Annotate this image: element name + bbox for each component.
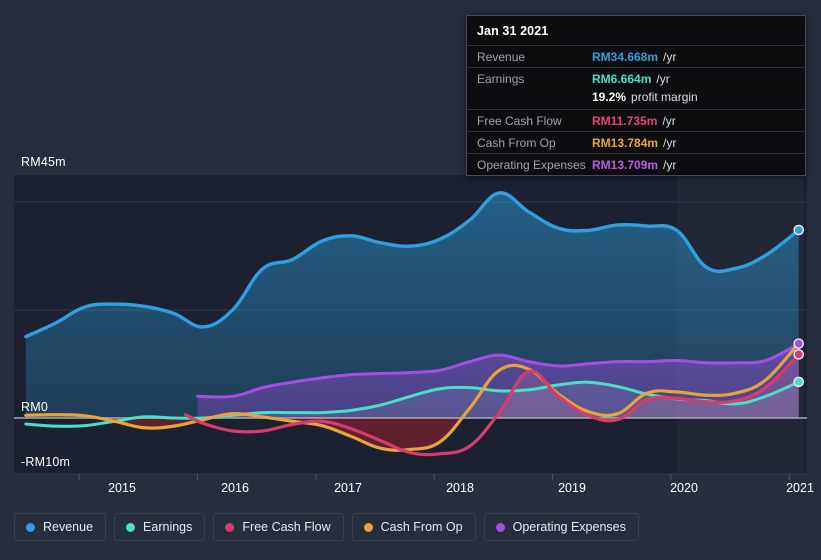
x-axis-label-2018: 2018 — [446, 481, 474, 495]
tooltip-key-revenue: Revenue — [477, 50, 526, 64]
legend-label-operating-expenses: Operating Expenses — [512, 520, 626, 534]
tooltip-unit-revenue: /yr — [663, 50, 677, 64]
legend-label-revenue: Revenue — [43, 520, 94, 534]
tooltip-row-operating-expenses: Operating Expenses RM13.709m /yr — [467, 153, 805, 175]
tooltip-row-free-cash-flow: Free Cash Flow RM11.735m /yr — [467, 109, 805, 131]
tooltip-value-cash-from-op: RM13.784m — [592, 136, 659, 150]
legend-label-earnings: Earnings — [143, 520, 193, 534]
x-axis-label-2015: 2015 — [108, 481, 136, 495]
y-axis-label-45m: RM45m — [21, 155, 66, 169]
tooltip-value-earnings: RM6.664m — [592, 72, 652, 86]
tooltip-value-profit-margin: 19.2% — [592, 90, 627, 104]
financial-chart: RM45m RM0 -RM10m 2015 2016 2017 2018 201… — [0, 0, 821, 560]
tooltip-row-revenue: Revenue RM34.668m /yr — [467, 45, 805, 67]
x-axis-label-2020: 2020 — [670, 481, 698, 495]
tooltip-unit-profit-margin: profit margin — [631, 90, 698, 104]
x-axis-label-2019: 2019 — [558, 481, 586, 495]
y-axis-label-neg10m: -RM10m — [21, 455, 71, 469]
tooltip-unit-earnings: /yr — [656, 72, 670, 86]
x-axis-label-2021: 2021 — [786, 481, 814, 495]
tooltip-row-earnings: Earnings RM6.664m /yr — [467, 67, 805, 89]
legend-item-operating-expenses[interactable]: Operating Expenses — [483, 513, 639, 541]
tooltip-key-free-cash-flow: Free Cash Flow — [477, 114, 562, 128]
legend-item-revenue[interactable]: Revenue — [14, 513, 107, 541]
tooltip-row-profit-margin: 19.2% profit margin — [467, 89, 805, 109]
legend-item-cash-from-op[interactable]: Cash From Op — [351, 513, 476, 541]
legend-label-cash-from-op: Cash From Op — [380, 520, 463, 534]
legend-label-free-cash-flow: Free Cash Flow — [242, 520, 331, 534]
x-axis-label-2017: 2017 — [334, 481, 362, 495]
tooltip-date: Jan 31 2021 — [477, 24, 549, 38]
y-axis-label-0: RM0 — [21, 400, 48, 414]
tooltip-key-operating-expenses: Operating Expenses — [477, 158, 586, 172]
chart-legend: Revenue Earnings Free Cash Flow Cash Fro… — [14, 513, 639, 541]
tooltip-value-revenue: RM34.668m — [592, 50, 659, 64]
legend-item-earnings[interactable]: Earnings — [114, 513, 206, 541]
tooltip-key-earnings: Earnings — [477, 72, 525, 86]
tooltip-unit-operating-expenses: /yr — [663, 158, 677, 172]
legend-item-free-cash-flow[interactable]: Free Cash Flow — [213, 513, 344, 541]
tooltip-key-cash-from-op: Cash From Op — [477, 136, 556, 150]
tooltip-row-cash-from-op: Cash From Op RM13.784m /yr — [467, 131, 805, 153]
legend-dot-free-cash-flow-icon — [225, 522, 235, 532]
legend-dot-cash-from-op-icon — [363, 522, 373, 532]
x-axis-label-2016: 2016 — [221, 481, 249, 495]
tooltip-unit-free-cash-flow: /yr — [662, 114, 676, 128]
tooltip-value-free-cash-flow: RM11.735m — [592, 114, 658, 128]
tooltip-unit-cash-from-op: /yr — [663, 136, 677, 150]
legend-dot-earnings-icon — [126, 522, 136, 532]
legend-dot-operating-expenses-icon — [495, 522, 505, 532]
data-tooltip: Jan 31 2021 Revenue RM34.668m /yr Earnin… — [466, 15, 806, 176]
tooltip-value-operating-expenses: RM13.709m — [592, 158, 659, 172]
legend-dot-revenue-icon — [26, 522, 35, 532]
